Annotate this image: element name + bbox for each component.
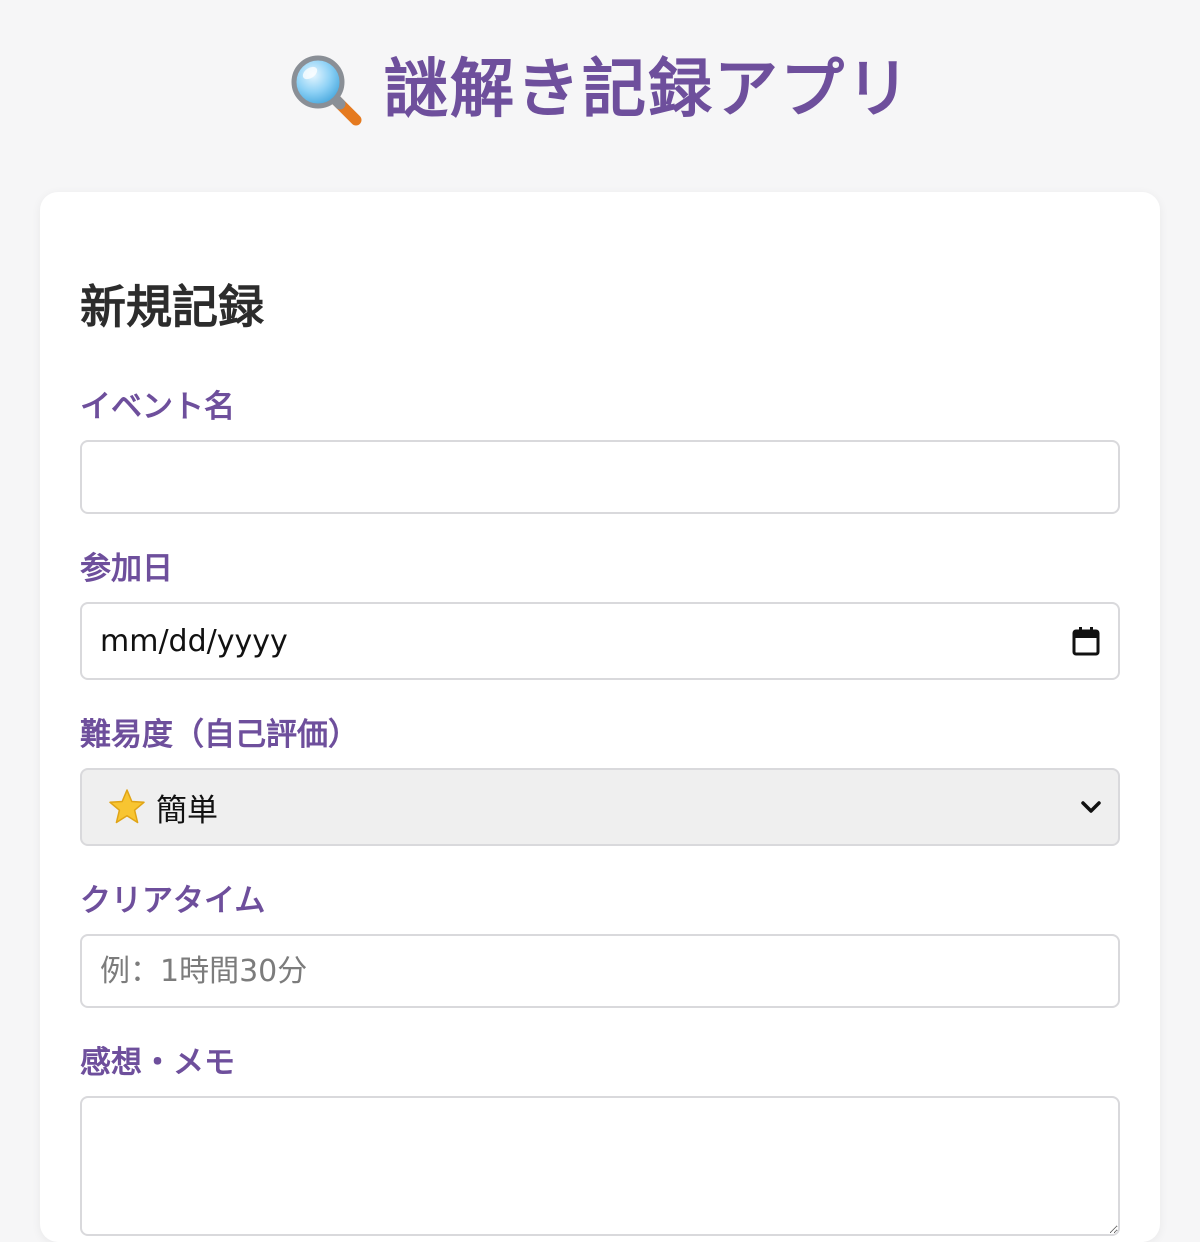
- memo-label: 感想・メモ: [80, 1045, 235, 1081]
- app-header: 謎解き記録アプリ: [0, 0, 1200, 180]
- section-title: 新規記録: [80, 280, 264, 334]
- date-label: 参加日: [80, 551, 173, 587]
- event-name-label: イベント名: [80, 389, 235, 425]
- star-icon: [108, 788, 146, 826]
- magnifying-glass-icon: [288, 52, 364, 128]
- memo-textarea[interactable]: [80, 1096, 1120, 1236]
- date-value: mm/dd/yyyy: [100, 623, 288, 659]
- clear-time-input[interactable]: [80, 934, 1120, 1008]
- date-input[interactable]: mm/dd/yyyy: [80, 602, 1120, 680]
- calendar-icon[interactable]: [1072, 626, 1100, 656]
- difficulty-value: 簡単: [156, 792, 218, 829]
- chevron-down-icon: [1080, 800, 1102, 814]
- event-name-input[interactable]: [80, 440, 1120, 514]
- new-record-card: 新規記録 イベント名 参加日 mm/dd/yyyy 難易度（自己評価） 簡単 ク…: [40, 192, 1160, 1242]
- clear-time-label: クリアタイム: [80, 883, 266, 919]
- difficulty-select[interactable]: 簡単: [80, 768, 1120, 846]
- app-title: 謎解き記録アプリ: [384, 53, 912, 127]
- difficulty-selected: 簡単: [108, 785, 218, 830]
- difficulty-label: 難易度（自己評価）: [80, 717, 359, 753]
